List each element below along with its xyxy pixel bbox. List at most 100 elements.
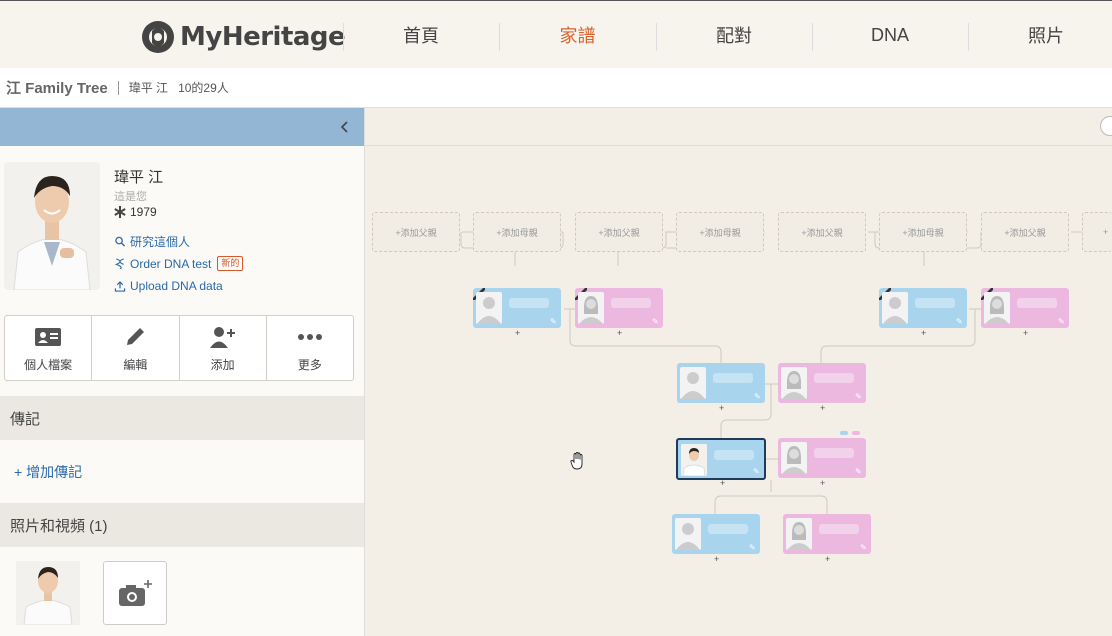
- person-relation: 這是您: [114, 191, 147, 203]
- edit-icon[interactable]: ✎: [956, 318, 963, 326]
- person-avatar: [882, 292, 908, 324]
- tree-person-count: 10的29人: [178, 81, 229, 95]
- profile-button-label: 個人檔案: [24, 357, 73, 372]
- upload-dna-link[interactable]: Upload DNA data: [114, 279, 223, 293]
- hidden-name: [1017, 298, 1057, 308]
- person-avatar: [984, 292, 1010, 324]
- media-thumbnail[interactable]: [16, 561, 80, 625]
- camera-plus-icon: [119, 580, 152, 606]
- add-relative-icon[interactable]: +: [825, 554, 830, 564]
- person-card-male[interactable]: ✎ +: [879, 288, 967, 338]
- person-card-mother[interactable]: ✎ +: [778, 363, 866, 413]
- add-relative-icon[interactable]: +: [617, 328, 622, 338]
- add-mother-placeholder[interactable]: +添加母親: [879, 212, 967, 252]
- add-placeholder-partial[interactable]: +: [1082, 212, 1112, 252]
- pencil-icon: [127, 327, 145, 345]
- person-panel: 瑋平 江 這是您 1979 研究這個人 Order DNA test 新的 Up…: [0, 108, 365, 636]
- add-person-icon: [209, 326, 235, 348]
- person-card-male[interactable]: ✎ +: [473, 288, 561, 338]
- edit-icon[interactable]: ✎: [749, 544, 756, 552]
- edit-icon[interactable]: ✎: [754, 393, 761, 401]
- person-card-self-selected[interactable]: ✎ +: [676, 438, 766, 488]
- birth-star-icon: [114, 206, 126, 218]
- research-link-label: 研究這個人: [130, 235, 191, 249]
- panel-header: [0, 108, 364, 146]
- edit-icon[interactable]: ✎: [753, 468, 760, 476]
- edit-icon[interactable]: ✎: [860, 544, 867, 552]
- hidden-name: [713, 373, 753, 383]
- edit-button[interactable]: 編輯: [92, 316, 180, 380]
- nav-home[interactable]: 首頁: [343, 1, 499, 69]
- search-icon: [115, 236, 126, 247]
- chevron-left-icon[interactable]: [338, 118, 352, 136]
- more-dots-icon: [297, 333, 322, 340]
- birth-year-value: 1979: [130, 205, 157, 219]
- edit-icon[interactable]: ✎: [550, 318, 557, 326]
- self-avatar: [681, 444, 707, 476]
- add-father-placeholder[interactable]: +添加父親: [981, 212, 1069, 252]
- more-button[interactable]: 更多: [267, 316, 353, 380]
- edit-icon[interactable]: ✎: [1058, 318, 1065, 326]
- hidden-name: [509, 298, 549, 308]
- person-avatar: [786, 518, 812, 550]
- person-card-spouse[interactable]: ✎ +: [778, 438, 866, 488]
- add-father-placeholder[interactable]: +添加父親: [575, 212, 663, 252]
- family-tree-canvas[interactable]: +添加父親 +添加母親 +添加父親 +添加母親 +添加父親 +添加母親 +添加父…: [365, 108, 1112, 636]
- add-button[interactable]: 添加: [180, 316, 267, 380]
- add-relative-icon[interactable]: +: [820, 478, 825, 488]
- breadcrumb-divider: [117, 80, 119, 95]
- order-dna-link[interactable]: Order DNA test 新的: [114, 256, 244, 271]
- edit-icon[interactable]: ✎: [855, 468, 862, 476]
- add-photo-button[interactable]: [103, 561, 167, 625]
- add-relative-icon[interactable]: +: [719, 403, 724, 413]
- person-avatar: [781, 367, 807, 399]
- add-mother-placeholder[interactable]: +添加母親: [676, 212, 764, 252]
- hidden-name: [819, 524, 859, 534]
- hand-cursor-icon: [570, 452, 583, 470]
- nav-family-tree[interactable]: 家譜: [499, 1, 656, 69]
- research-link[interactable]: 研究這個人: [114, 233, 190, 250]
- add-father-placeholder[interactable]: +添加父親: [778, 212, 866, 252]
- media-thumbnail-image: [16, 561, 80, 625]
- edit-icon[interactable]: ✎: [855, 393, 862, 401]
- media-section-header[interactable]: 照片和視頻 (1): [0, 503, 364, 547]
- order-dna-label: Order DNA test: [130, 256, 212, 271]
- marriage-link-icon[interactable]: [839, 430, 863, 436]
- biography-section-header[interactable]: 傳記: [0, 396, 364, 440]
- add-mother-placeholder[interactable]: +添加母親: [473, 212, 561, 252]
- nav-dna[interactable]: DNA: [812, 1, 968, 69]
- add-relative-icon[interactable]: +: [714, 554, 719, 564]
- person-avatar: [476, 292, 502, 324]
- tree-owner: 瑋平 江: [128, 81, 169, 95]
- hidden-name: [611, 298, 651, 308]
- edit-icon[interactable]: ✎: [652, 318, 659, 326]
- nav-matches[interactable]: 配對: [656, 1, 812, 69]
- new-badge: 新的: [217, 256, 244, 271]
- person-card-father[interactable]: ✎ +: [677, 363, 765, 413]
- upload-icon: [114, 280, 126, 292]
- tree-name[interactable]: 江 Family Tree: [6, 77, 108, 98]
- person-card-child-male[interactable]: ✎ +: [672, 514, 760, 564]
- add-relative-icon[interactable]: +: [1023, 328, 1028, 338]
- add-father-placeholder[interactable]: +添加父親: [372, 212, 460, 252]
- hidden-name: [814, 448, 854, 458]
- upload-dna-label: Upload DNA data: [130, 279, 223, 293]
- top-navigation: MyHeritage 首頁 家譜 配對 DNA 照片: [0, 0, 1112, 68]
- person-card-child-female[interactable]: ✎ +: [783, 514, 871, 564]
- person-card-female[interactable]: ✎ +: [981, 288, 1069, 338]
- add-relative-icon[interactable]: +: [921, 328, 926, 338]
- profile-photo[interactable]: [4, 162, 100, 290]
- breadcrumb: 江 Family Tree 瑋平 江 10的29人: [0, 68, 1112, 108]
- myheritage-logo[interactable]: MyHeritage: [140, 19, 346, 55]
- person-card-female[interactable]: ✎ +: [575, 288, 663, 338]
- nav-photos[interactable]: 照片: [968, 1, 1112, 69]
- birth-year: 1979: [114, 205, 157, 219]
- add-relative-icon[interactable]: +: [720, 478, 725, 488]
- profile-button[interactable]: 個人檔案: [5, 316, 93, 380]
- hidden-name: [814, 373, 854, 383]
- edit-button-label: 編輯: [123, 357, 148, 372]
- add-biography-link[interactable]: + 增加傳記: [14, 462, 82, 482]
- add-relative-icon[interactable]: +: [515, 328, 520, 338]
- add-button-label: 添加: [210, 357, 235, 372]
- add-relative-icon[interactable]: +: [820, 403, 825, 413]
